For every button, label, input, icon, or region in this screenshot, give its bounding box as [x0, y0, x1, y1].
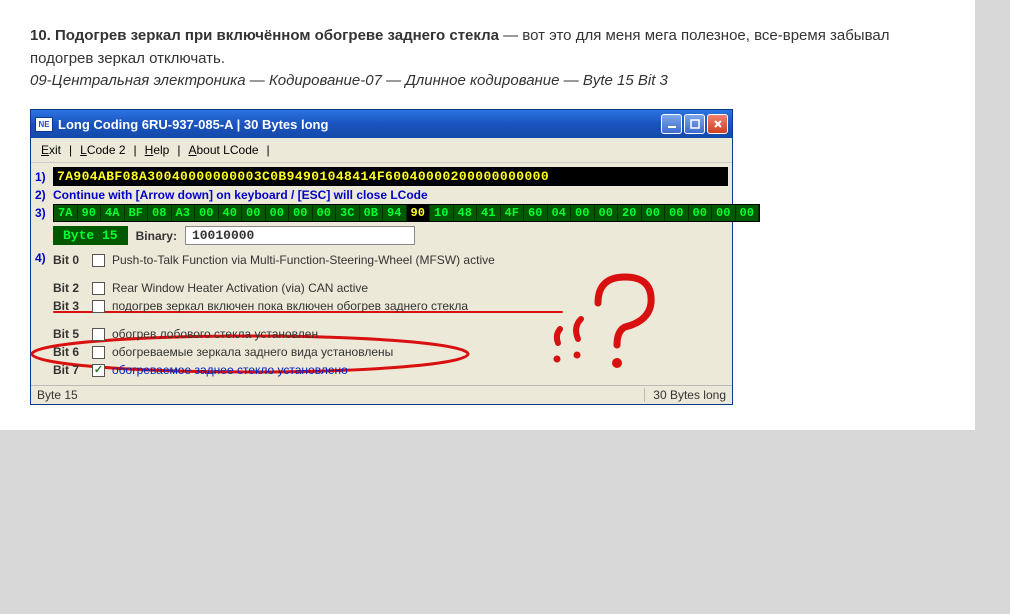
- window-titlebar[interactable]: NE Long Coding 6RU-937-085-A | 30 Bytes …: [31, 110, 732, 138]
- byte-cell[interactable]: 40: [219, 205, 243, 221]
- row-label-1: 1): [35, 170, 53, 184]
- byte-cell[interactable]: 00: [712, 205, 736, 221]
- minimize-button[interactable]: [661, 114, 682, 134]
- row-label-4: 4): [35, 251, 53, 265]
- byte-cell[interactable]: 4F: [501, 205, 525, 221]
- byte-cell[interactable]: 08: [148, 205, 172, 221]
- long-coding-window: NE Long Coding 6RU-937-085-A | 30 Bytes …: [30, 109, 733, 405]
- bit-label: Bit 6: [53, 345, 85, 359]
- statusbar: Byte 15 30 Bytes long: [31, 385, 732, 404]
- byte-cell[interactable]: 00: [313, 205, 337, 221]
- bit-label: Bit 0: [53, 253, 85, 267]
- bit-row: Bit 3 подогрев зеркал включен пока включе…: [53, 297, 728, 315]
- keyboard-instructions: Continue with [Arrow down] on keyboard /…: [53, 188, 428, 202]
- menu-about[interactable]: About LCode: [184, 141, 262, 159]
- bit-label: Bit 7: [53, 363, 85, 377]
- bit-row: Bit 7 обогреваемое заднее стекло установл…: [53, 361, 728, 379]
- app-icon: NE: [35, 117, 53, 132]
- byte-cell[interactable]: 4A: [101, 205, 125, 221]
- byte-cell[interactable]: 00: [736, 205, 760, 221]
- bit-description: Push-to-Talk Function via Multi-Function…: [112, 253, 728, 267]
- binary-label: Binary:: [136, 226, 177, 245]
- byte-cell[interactable]: 41: [477, 205, 501, 221]
- row-label-3: 3): [35, 206, 53, 220]
- byte-cell[interactable]: 04: [548, 205, 572, 221]
- byte-cell[interactable]: 00: [242, 205, 266, 221]
- byte-cell[interactable]: 00: [665, 205, 689, 221]
- byte-cell[interactable]: 3C: [336, 205, 360, 221]
- byte-cell[interactable]: 90: [78, 205, 102, 221]
- bit-checkbox[interactable]: [92, 254, 105, 267]
- byte-index-label: Byte 15: [53, 226, 128, 245]
- bit-description: обогреваемое заднее стекло установлено: [112, 363, 728, 377]
- bit-checkbox[interactable]: [92, 346, 105, 359]
- menu-exit[interactable]: Exit: [37, 141, 65, 159]
- byte-cell[interactable]: 00: [642, 205, 666, 221]
- byte-cell[interactable]: 94: [383, 205, 407, 221]
- close-button[interactable]: [707, 114, 728, 134]
- bit-label: Bit 3: [53, 299, 85, 313]
- byte-cell[interactable]: 60: [524, 205, 548, 221]
- binary-value-input[interactable]: 10010000: [185, 226, 415, 245]
- byte-cell[interactable]: 10: [430, 205, 454, 221]
- byte-cell[interactable]: 90: [407, 205, 431, 221]
- byte-cell[interactable]: A3: [172, 205, 196, 221]
- byte-cell[interactable]: 00: [595, 205, 619, 221]
- status-right: 30 Bytes long: [645, 388, 726, 402]
- bit-row: Bit 6 обогреваемые зеркала заднего вида у…: [53, 343, 728, 361]
- bit-description: подогрев зеркал включен пока включен обо…: [112, 299, 728, 313]
- byte-cell[interactable]: 00: [689, 205, 713, 221]
- status-left: Byte 15: [37, 388, 645, 402]
- byte-cell[interactable]: 00: [571, 205, 595, 221]
- window-title: Long Coding 6RU-937-085-A | 30 Bytes lon…: [58, 117, 656, 132]
- menubar: Exit | LCode 2 | Help | About LCode |: [31, 138, 732, 163]
- bit-description: обогреваемые зеркала заднего вида устано…: [112, 345, 728, 359]
- bit-checkbox[interactable]: [92, 328, 105, 341]
- bit-description: Rear Window Heater Activation (via) CAN …: [112, 281, 728, 295]
- article-coding-path: 09-Центральная электроника — Кодирование…: [30, 72, 945, 89]
- byte-cell[interactable]: 00: [195, 205, 219, 221]
- maximize-button[interactable]: [684, 114, 705, 134]
- bit-label: Bit 2: [53, 281, 85, 295]
- byte-cell[interactable]: 00: [289, 205, 313, 221]
- bit-list: Bit 0 Push-to-Talk Function via Multi-Fun…: [53, 251, 728, 379]
- byte-cell[interactable]: 48: [454, 205, 478, 221]
- bit-checkbox[interactable]: [92, 282, 105, 295]
- byte-cell[interactable]: BF: [125, 205, 149, 221]
- long-coding-hex[interactable]: 7A904ABF08A30040000000003C0B94901048414F…: [53, 167, 728, 186]
- menu-help[interactable]: Help: [141, 141, 174, 159]
- menu-lcode2[interactable]: LCode 2: [76, 141, 129, 159]
- article-heading-bold: 10. Подогрев зеркал при включённом обогр…: [30, 27, 499, 44]
- row-label-2: 2): [35, 188, 53, 202]
- byte-cell[interactable]: 00: [266, 205, 290, 221]
- bit-description: обогрев лобового стекла установлен: [112, 327, 728, 341]
- bit-checkbox[interactable]: [92, 300, 105, 313]
- byte-cell[interactable]: 7A: [54, 205, 78, 221]
- bit-row: Bit 0 Push-to-Talk Function via Multi-Fun…: [53, 251, 728, 269]
- bit-checkbox[interactable]: [92, 364, 105, 377]
- byte-strip[interactable]: 7A904ABF08A30040000000003C0B94901048414F…: [53, 204, 760, 222]
- byte-cell[interactable]: 0B: [360, 205, 384, 221]
- bit-row: Bit 5 обогрев лобового стекла установлен: [53, 325, 728, 343]
- bit-row: Bit 2 Rear Window Heater Activation (via)…: [53, 279, 728, 297]
- byte-cell[interactable]: 20: [618, 205, 642, 221]
- bit-label: Bit 5: [53, 327, 85, 341]
